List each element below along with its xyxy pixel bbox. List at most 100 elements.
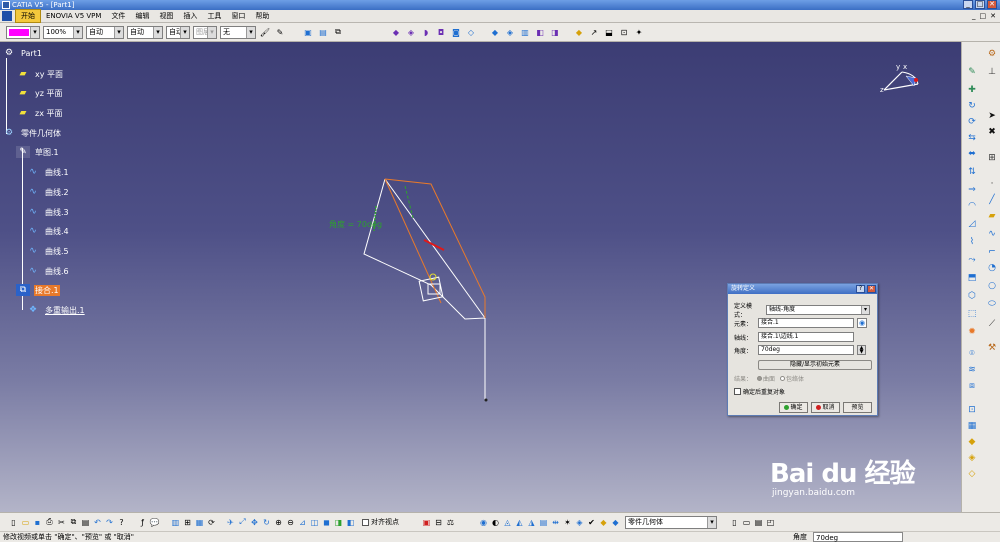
ok-button[interactable]: 确定 (779, 402, 808, 413)
axis-system-icon[interactable]: ⊥ (986, 66, 998, 78)
comment-icon[interactable]: 💬 (149, 516, 160, 528)
snap-icon[interactable]: ✖ (986, 126, 998, 138)
tree-item-part-body[interactable]: ⚙ 零件几何体 (2, 126, 62, 140)
iso-view-icon[interactable]: ◫ (309, 516, 320, 528)
tree-expand-icon[interactable]: ⊞ (182, 516, 193, 528)
angle-dimension-label[interactable]: 角度 = 70deg (329, 219, 382, 230)
tool-icon[interactable]: ⚒ (986, 342, 998, 354)
geometrical-set-icon[interactable]: ▤ (753, 516, 764, 528)
boundary-icon[interactable]: ⬡ (966, 290, 978, 302)
preview-button[interactable]: 预览 (843, 402, 872, 413)
zoom-in-icon[interactable]: ⊕ (273, 516, 284, 528)
new-body-icon[interactable]: ▭ (741, 516, 752, 528)
ordered-set-icon[interactable]: ◰ (765, 516, 776, 528)
result-volume-radio[interactable]: 包络体 (780, 374, 804, 383)
spline-icon[interactable]: ∿ (986, 228, 998, 240)
copy-icon[interactable]: ⧉ (68, 516, 79, 528)
pan-icon[interactable]: ✥ (249, 516, 260, 528)
curvature-icon[interactable]: ◐ (490, 516, 501, 528)
tree-item-multi-output[interactable]: ❖ 多重输出.1 (26, 303, 86, 317)
affinity-icon[interactable]: ⇅ (966, 166, 978, 178)
current-body-select[interactable]: 零件几何体 (625, 515, 717, 529)
open-icon[interactable]: ▭ (20, 516, 31, 528)
surface-tool-icon[interactable]: ⬒ (966, 272, 978, 284)
select-arrow-icon[interactable]: ➤ (986, 110, 998, 122)
dialog-help-button[interactable]: ? (856, 285, 865, 293)
replication-icon[interactable]: ⧈ (966, 380, 978, 392)
repeat-object-checkbox[interactable]: 确定后重复对象 (734, 387, 785, 396)
sketch-plane-icon[interactable]: ◆ (966, 436, 978, 448)
tree-item-sketch[interactable]: ✎ 草图.1 (16, 145, 60, 159)
helix-icon[interactable]: ⌇ (966, 236, 978, 248)
publish-icon[interactable]: ✔ (586, 516, 597, 528)
sketch-analysis-icon[interactable]: ▣ (421, 516, 432, 528)
analysis-icon[interactable]: ✹ (966, 326, 978, 338)
surface-analysis-icon[interactable]: ◭ (514, 516, 525, 528)
zoom-out-icon[interactable]: ⊖ (285, 516, 296, 528)
conic-icon[interactable]: ◔ (986, 262, 998, 274)
grid-icon[interactable]: ▦ (966, 420, 978, 432)
corner-icon[interactable]: ⌐ (986, 246, 998, 258)
tree-item-join[interactable]: ⧉ 接合.1 (16, 283, 60, 297)
update-icon[interactable]: ⟳ (206, 516, 217, 528)
tree-item-curve[interactable]: ∿ 曲线.3 (26, 205, 70, 219)
chamfer-icon[interactable]: ◿ (966, 218, 978, 230)
fit-all-icon[interactable]: ⤢ (237, 516, 248, 528)
distance-icon[interactable]: ⇹ (550, 516, 561, 528)
porcupine-icon[interactable]: ✶ (562, 516, 573, 528)
element-selector-icon[interactable]: ◉ (857, 318, 867, 328)
near-icon[interactable]: ⌾ (966, 348, 978, 360)
paste-icon[interactable]: ▤ (80, 516, 91, 528)
definition-mode-select[interactable]: 轴线-角度 (766, 305, 870, 315)
measure-item-icon[interactable]: ⚖ (445, 516, 456, 528)
hide-show-icon[interactable]: ◨ (333, 516, 344, 528)
compass-icon[interactable]: y x z (872, 60, 922, 100)
connect-curve-icon[interactable]: ⤳ (966, 254, 978, 266)
workbench-icon[interactable]: ⚙ (986, 48, 998, 60)
save-icon[interactable]: ▪ (32, 516, 43, 528)
point-tool-icon[interactable]: ✚ (966, 84, 978, 96)
tree-root[interactable]: ⚙ Part1 (2, 46, 43, 60)
measure-between-icon[interactable]: ⊟ (433, 516, 444, 528)
anchor-point[interactable] (429, 273, 437, 281)
law-icon[interactable]: ⟋ (986, 318, 998, 330)
line-tool-icon[interactable]: ╱ (986, 194, 998, 206)
snap-viewpoint-checkbox[interactable]: 对齐视点 (362, 517, 399, 527)
new-icon[interactable]: ▯ (8, 516, 19, 528)
element-field[interactable]: 接合.1 (758, 318, 854, 328)
apply-material-icon[interactable]: ◈ (574, 516, 585, 528)
portion-icon[interactable]: ▤ (538, 516, 549, 528)
geodesic-icon[interactable]: ◮ (526, 516, 537, 528)
shading-icon[interactable]: ◼ (321, 516, 332, 528)
redo-icon[interactable]: ↷ (104, 516, 115, 528)
draft-analysis-icon[interactable]: ◬ (502, 516, 513, 528)
rotate-tool-icon[interactable]: ⟳ (966, 116, 978, 128)
knowledge-icon[interactable]: ◈ (966, 452, 978, 464)
angle-field[interactable]: 70deg (758, 345, 854, 355)
swap-space-icon[interactable]: ◧ (345, 516, 356, 528)
fly-mode-icon[interactable]: ✈ (225, 516, 236, 528)
result-surface-radio[interactable]: 曲面 (757, 374, 775, 383)
normal-view-icon[interactable]: ⊿ (297, 516, 308, 528)
tree-item-curve[interactable]: ∿ 曲线.5 (26, 244, 70, 258)
hide-show-initial-button[interactable]: 隐藏/显示初始元素 (758, 360, 872, 370)
fillet-icon[interactable]: ◠ (966, 200, 978, 212)
circle-icon[interactable]: ○ (986, 280, 998, 292)
tree-item-curve[interactable]: ∿ 曲线.2 (26, 185, 70, 199)
tree-item-curve[interactable]: ∿ 曲线.4 (26, 224, 70, 238)
whats-this-icon[interactable]: ? (116, 516, 127, 528)
tree-item-xy-plane[interactable]: ▰ xy 平面 (16, 67, 64, 81)
plane-tool-icon[interactable]: ▰ (986, 210, 998, 222)
tree-item-curve[interactable]: ∿ 曲线.1 (26, 165, 70, 179)
scan-icon[interactable]: ◆ (598, 516, 609, 528)
sketch-tool-icon[interactable]: ✎ (966, 66, 978, 78)
pattern-icon[interactable]: ⊡ (966, 404, 978, 416)
formula-icon[interactable]: ƒ (137, 516, 148, 528)
rotate-view-icon[interactable]: ↻ (261, 516, 272, 528)
connect-checker-icon[interactable]: ◉ (478, 516, 489, 528)
scene-icon[interactable]: ▦ (194, 516, 205, 528)
extrapolate-icon[interactable]: ↻ (966, 100, 978, 112)
ellipse-icon[interactable]: ⬭ (986, 298, 998, 310)
scaling-icon[interactable]: ⬌ (966, 148, 978, 160)
measure-icon[interactable]: ⊞ (986, 152, 998, 164)
